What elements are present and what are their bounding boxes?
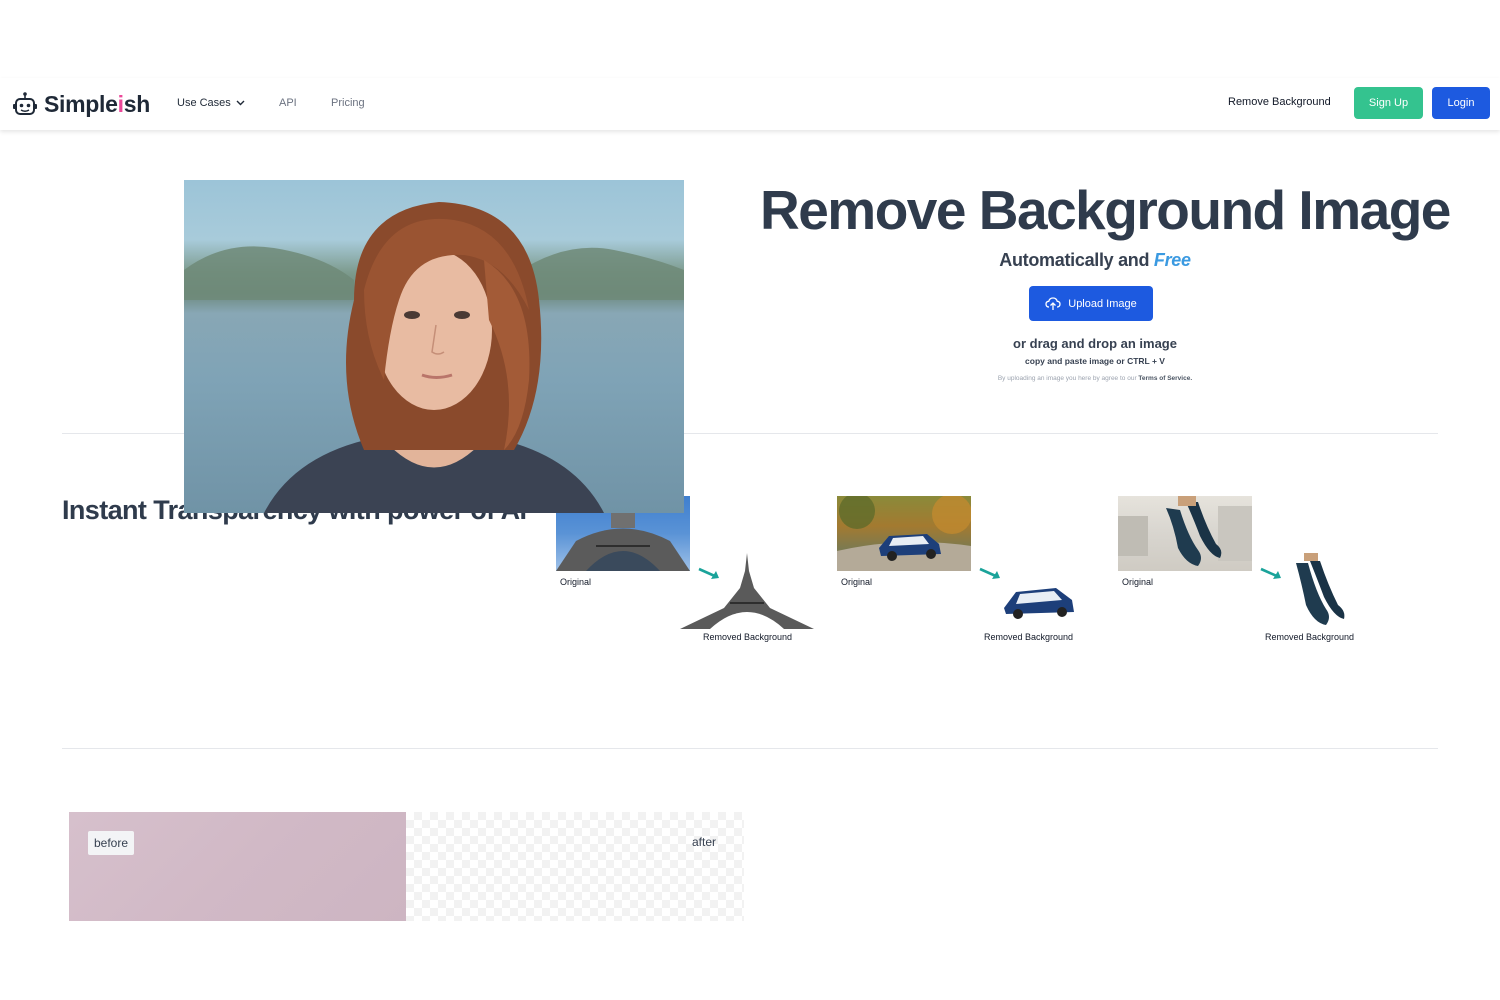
robot-icon	[13, 92, 37, 115]
brand-logo[interactable]: Simpleish	[12, 89, 150, 119]
hero-subtitle: Automatically and Free	[999, 250, 1191, 270]
example-result-label: Removed Background	[1265, 632, 1355, 642]
example-result-image-car	[1004, 588, 1074, 619]
nav-use-cases[interactable]: Use Cases	[177, 97, 245, 109]
terms-link[interactable]: Terms of Service.	[1138, 375, 1192, 382]
nav-pricing[interactable]: Pricing	[331, 97, 365, 109]
example-original-label: Original	[560, 577, 592, 587]
cloud-upload-icon	[1045, 296, 1061, 310]
example-original-label: Original	[841, 577, 873, 587]
paste-hint: copy and paste image or CTRL + V	[1025, 356, 1165, 366]
chevron-down-icon	[236, 100, 245, 106]
drag-drop-text: or drag and drop an image	[1013, 336, 1177, 351]
arrow-right-icon	[1260, 567, 1281, 579]
before-label: before	[88, 831, 135, 855]
example-result-label: Removed Background	[703, 632, 793, 642]
arrow-right-icon	[979, 567, 1000, 579]
navbar: Simpleish Use Cases API Pricing Remove B…	[0, 78, 1500, 130]
free-highlight: Free	[1153, 250, 1191, 270]
example-original-label: Original	[1122, 577, 1154, 587]
nav-remove-background[interactable]: Remove Background	[1228, 96, 1331, 108]
example-result-image-shoes	[1296, 553, 1345, 625]
after-panel-transparent[interactable]	[406, 812, 744, 921]
section-divider	[62, 748, 1438, 749]
sign-up-button[interactable]: Sign Up	[1354, 87, 1423, 119]
upload-image-button[interactable]: Upload Image	[1029, 286, 1153, 321]
nav-use-cases-label: Use Cases	[177, 97, 231, 109]
brand-name: Simpleish	[44, 90, 150, 117]
login-button[interactable]: Login	[1432, 87, 1490, 119]
upload-image-label: Upload Image	[1068, 297, 1137, 310]
example-original-image-shoes	[1118, 496, 1252, 571]
hero-title: Remove Background Image	[760, 179, 1451, 241]
nav-api[interactable]: API	[279, 97, 297, 109]
example-original-image-car	[837, 496, 971, 571]
after-label: after	[692, 835, 717, 849]
example-result-image-eiffel	[680, 553, 814, 629]
example-result-label: Removed Background	[984, 632, 1074, 642]
terms-notice: By uploading an image you here by agree …	[997, 375, 1193, 382]
hero-portrait-photo	[184, 180, 684, 513]
before-panel[interactable]	[69, 812, 406, 921]
